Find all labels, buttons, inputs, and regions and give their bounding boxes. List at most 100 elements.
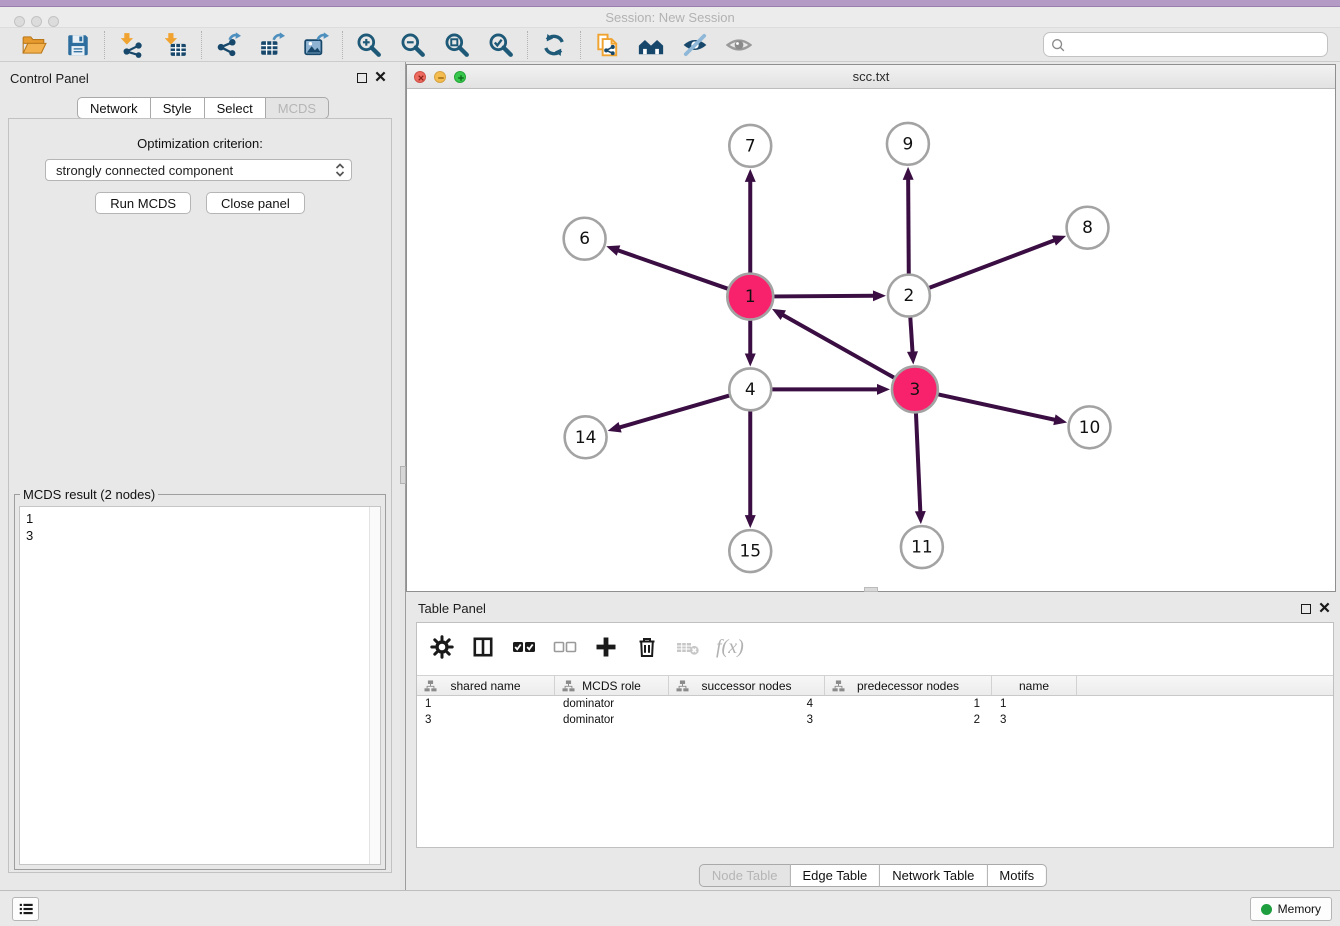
mcds-result-box[interactable]: 1 3 xyxy=(19,506,381,865)
edge-2-3[interactable] xyxy=(910,317,912,353)
column-header-name[interactable]: name xyxy=(992,676,1077,695)
table-body: 1dominator4113dominator323 xyxy=(417,696,1333,728)
float-panel-icon[interactable] xyxy=(357,73,367,83)
zoom-out-button[interactable] xyxy=(399,31,427,59)
edge-3-11[interactable] xyxy=(916,413,920,513)
optimization-criterion-select[interactable]: strongly connected component xyxy=(45,159,352,181)
graph-node-6[interactable]: 6 xyxy=(564,218,606,260)
column-header-successor-nodes[interactable]: successor nodes xyxy=(669,676,825,695)
deselect-all-rows-button[interactable] xyxy=(552,634,578,660)
search-input[interactable] xyxy=(1066,37,1321,53)
graph-node-2[interactable]: 2 xyxy=(888,275,930,317)
import-network-button[interactable] xyxy=(117,31,145,59)
network-window-titlebar[interactable]: scc.txt xyxy=(407,65,1335,89)
tab-select[interactable]: Select xyxy=(205,97,266,119)
tab-edge-table[interactable]: Edge Table xyxy=(790,864,880,887)
graph-node-14[interactable]: 14 xyxy=(565,416,607,458)
graph-node-4[interactable]: 4 xyxy=(729,368,771,410)
edge-2-8[interactable] xyxy=(929,240,1055,288)
memory-button[interactable]: Memory xyxy=(1250,897,1332,921)
table-cell[interactable]: 3 xyxy=(669,712,825,728)
tab-style[interactable]: Style xyxy=(151,97,205,119)
graph-node-3[interactable]: 3 xyxy=(892,366,938,412)
split-table-button[interactable] xyxy=(470,634,496,660)
table-cell[interactable]: 1 xyxy=(992,696,1077,712)
refresh-button[interactable] xyxy=(540,31,568,59)
export-table-button[interactable] xyxy=(258,31,286,59)
go-home-button[interactable] xyxy=(637,31,665,59)
zoom-selected-button[interactable] xyxy=(487,31,515,59)
export-table-icon xyxy=(259,32,285,58)
graph-node-15[interactable]: 15 xyxy=(729,530,771,572)
column-header-shared-name[interactable]: shared name xyxy=(417,676,555,695)
table-cell[interactable]: 1 xyxy=(825,696,992,712)
select-all-rows-button[interactable] xyxy=(511,634,537,660)
graph-node-10[interactable]: 10 xyxy=(1069,406,1111,448)
graph-node-8[interactable]: 8 xyxy=(1067,207,1109,249)
memory-status-icon xyxy=(1261,904,1272,915)
add-column-button[interactable] xyxy=(593,634,619,660)
edge-2-9[interactable] xyxy=(908,178,909,274)
edge-1-2[interactable] xyxy=(774,296,875,297)
table-cell[interactable]: 1 xyxy=(417,696,555,712)
close-panel-icon[interactable] xyxy=(375,69,386,87)
toolbar-separator xyxy=(342,31,343,59)
graph-node-11[interactable]: 11 xyxy=(901,526,943,568)
search-box[interactable] xyxy=(1043,32,1328,57)
graph-node-1[interactable]: 1 xyxy=(727,274,773,320)
edge-arrowhead xyxy=(877,384,890,395)
network-view-window: scc.txt 7 9 6 8 1 2 4 3 14 10 15 11 xyxy=(406,64,1336,592)
export-network-button[interactable] xyxy=(214,31,242,59)
table-cell[interactable]: 4 xyxy=(669,696,825,712)
task-history-button[interactable] xyxy=(12,897,39,921)
save-session-button[interactable] xyxy=(64,31,92,59)
tab-network-table[interactable]: Network Table xyxy=(880,864,987,887)
node-label: 1 xyxy=(745,286,756,306)
tab-motifs[interactable]: Motifs xyxy=(987,864,1047,887)
table-row[interactable]: 3dominator323 xyxy=(417,712,1333,728)
hide-eye-button[interactable] xyxy=(681,31,709,59)
toolbar-separator xyxy=(580,31,581,59)
graph-node-7[interactable]: 7 xyxy=(729,125,771,167)
export-image-button[interactable] xyxy=(302,31,330,59)
table-cell[interactable]: dominator xyxy=(555,712,669,728)
result-scrollbar[interactable] xyxy=(369,507,380,864)
edge-1-6[interactable] xyxy=(617,250,728,289)
toolbar-separator xyxy=(104,31,105,59)
delete-column-button[interactable] xyxy=(634,634,660,660)
edge-3-10[interactable] xyxy=(938,394,1056,420)
network-canvas[interactable]: 7 9 6 8 1 2 4 3 14 10 15 11 xyxy=(408,89,1334,590)
close-panel-button[interactable]: Close panel xyxy=(206,192,305,214)
tab-node-table[interactable]: Node Table xyxy=(699,864,791,887)
table-cell[interactable]: 2 xyxy=(825,712,992,728)
zoom-fit-button[interactable] xyxy=(443,31,471,59)
graph-node-9[interactable]: 9 xyxy=(887,123,929,165)
table-panel-title: Table Panel xyxy=(418,601,486,616)
column-header-predecessor-nodes[interactable]: predecessor nodes xyxy=(825,676,992,695)
close-table-panel-icon[interactable] xyxy=(1319,600,1330,618)
open-session-button[interactable] xyxy=(20,31,48,59)
float-table-panel-icon[interactable] xyxy=(1301,604,1311,614)
node-label: 4 xyxy=(745,379,756,399)
import-network-icon xyxy=(118,32,144,58)
zoom-in-button[interactable] xyxy=(355,31,383,59)
application-window: Session: New Session Control Panel Netwo… xyxy=(0,0,1340,926)
network-resize-grip[interactable] xyxy=(864,587,878,592)
edge-4-14[interactable] xyxy=(618,396,729,428)
network-graph[interactable]: 7 9 6 8 1 2 4 3 14 10 15 11 xyxy=(408,89,1334,590)
edge-3-1[interactable] xyxy=(782,314,894,377)
edge-arrowhead xyxy=(907,351,918,364)
column-header-MCDS-role[interactable]: MCDS role xyxy=(555,676,669,695)
table-cell[interactable]: dominator xyxy=(555,696,669,712)
tab-network[interactable]: Network xyxy=(77,97,151,119)
tab-mcds[interactable]: MCDS xyxy=(266,97,329,119)
import-table-button[interactable] xyxy=(161,31,189,59)
table-cell[interactable]: 3 xyxy=(417,712,555,728)
duplicate-network-button[interactable] xyxy=(593,31,621,59)
run-mcds-button[interactable]: Run MCDS xyxy=(95,192,191,214)
table-row[interactable]: 1dominator411 xyxy=(417,696,1333,712)
duplicate-network-icon xyxy=(594,32,620,58)
table-settings-button[interactable] xyxy=(429,634,455,660)
table-cell[interactable]: 3 xyxy=(992,712,1077,728)
show-eye-button[interactable] xyxy=(725,31,753,59)
